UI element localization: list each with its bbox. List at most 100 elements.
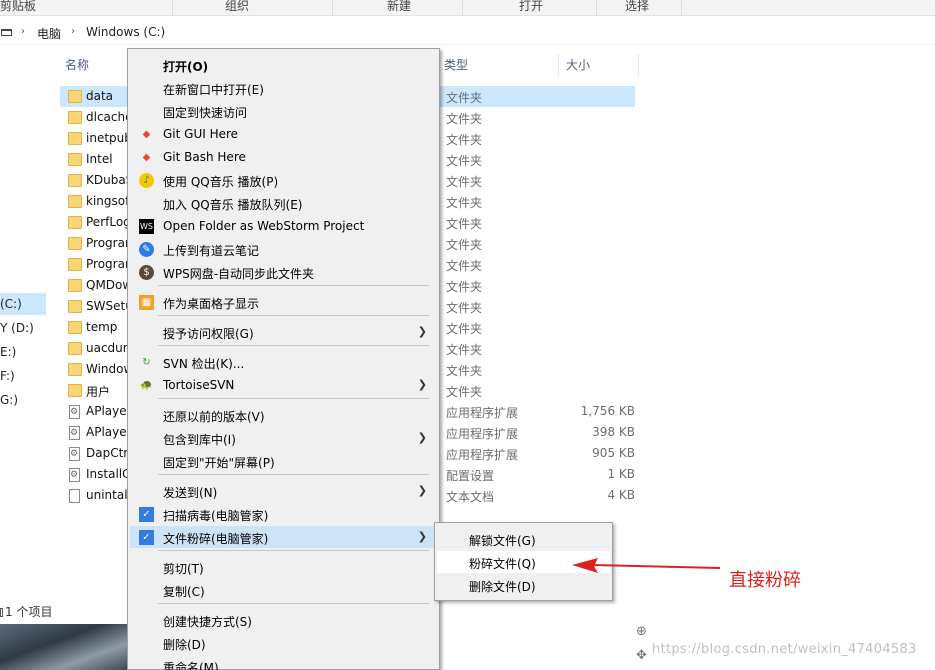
menu-separator xyxy=(158,345,429,346)
menu-item[interactable]: 创建快捷方式(S) xyxy=(130,609,437,631)
menu-separator xyxy=(158,550,429,551)
menu-separator xyxy=(158,315,429,316)
file-name: APlayer xyxy=(86,404,132,418)
nav-item-drive[interactable]: (C:) xyxy=(0,293,46,315)
ribbon-divider xyxy=(462,0,463,16)
svn-icon: ↻ xyxy=(142,357,151,368)
address-bar[interactable]: › 电脑 › Windows (C:) xyxy=(0,21,935,45)
menu-item[interactable]: 授予访问权限(G) ❯ xyxy=(130,321,437,343)
column-header-size[interactable]: 大小 xyxy=(566,56,590,76)
folder-icon xyxy=(68,90,82,103)
menu-item[interactable]: ✓ 扫描病毒(电脑管家) xyxy=(130,503,437,525)
nav-item-drive[interactable]: G:) xyxy=(0,389,46,411)
chevron-right-icon: ❯ xyxy=(417,325,427,338)
menu-item[interactable]: ▦ 作为桌面格子显示 xyxy=(130,291,437,313)
menu-item-label: 加入 QQ音乐 播放队列(E) xyxy=(163,198,303,212)
menu-item[interactable]: 删除(D) xyxy=(130,632,437,654)
file-type: 文件夹 xyxy=(446,217,483,231)
menu-item[interactable]: ↻ SVN 检出(K)... xyxy=(130,351,437,373)
qqmusic-icon: ♪ xyxy=(139,173,154,188)
menu-separator xyxy=(158,398,429,399)
menu-item[interactable]: 发送到(N) ❯ xyxy=(130,480,437,502)
column-divider[interactable] xyxy=(558,54,559,76)
menu-item[interactable]: 固定到快速访问 xyxy=(130,100,437,122)
folder-icon xyxy=(68,111,82,124)
ribbon-group-organize: 组织 xyxy=(225,0,250,13)
folder-icon xyxy=(68,300,82,313)
crosshair-icon: ⊕ xyxy=(636,624,647,639)
menu-item-label: 授予访问权限(G) xyxy=(163,327,254,341)
menu-item[interactable]: ✓ 文件粉碎(电脑管家) ❯ xyxy=(130,526,437,548)
file-type: 文件夹 xyxy=(446,385,483,399)
menu-item[interactable]: 复制(C) xyxy=(130,579,437,601)
menu-item[interactable]: 包含到库中(I) ❯ xyxy=(130,427,437,449)
file-size: 4 KB xyxy=(607,488,635,502)
submenu-item[interactable]: 删除文件(D) xyxy=(437,574,610,596)
file-name: APlayer xyxy=(86,425,132,439)
menu-item[interactable]: 在新窗口中打开(E) xyxy=(130,77,437,99)
file-name: Intel xyxy=(86,152,113,166)
file-type: 配置设置 xyxy=(446,469,495,483)
column-header-type[interactable]: 类型 xyxy=(444,56,468,76)
menu-item[interactable]: 🐢 TortoiseSVN ❯ xyxy=(130,374,437,396)
menu-item[interactable]: ◆ Git GUI Here xyxy=(130,123,437,145)
webstorm-icon: WS xyxy=(139,219,154,234)
ribbon-group-labels: 剪贴板 组织 新建 打开 选择 xyxy=(0,0,935,16)
menu-item-label: 使用 QQ音乐 播放(P) xyxy=(163,175,279,189)
nav-item-drive[interactable]: Y (D:) xyxy=(0,317,46,339)
menu-item[interactable]: 重命名(M) xyxy=(130,655,437,670)
submenu-item[interactable]: 解锁文件(G) xyxy=(437,528,610,550)
nav-item-drive[interactable]: F:) xyxy=(0,365,46,387)
menu-item[interactable]: 加入 QQ音乐 播放队列(E) xyxy=(130,192,437,214)
file-name: QMDow xyxy=(86,278,133,292)
menu-item[interactable]: $ WPS网盘-自动同步此文件夹 xyxy=(130,261,437,283)
shield-icon: ✓ xyxy=(139,530,154,545)
nav-item-drive[interactable]: E:) xyxy=(0,341,46,363)
breadcrumb-computer[interactable]: 电脑 xyxy=(37,25,61,42)
ribbon-group-open: 打开 xyxy=(519,0,544,13)
annotation-label: 直接粉碎 xyxy=(729,570,801,591)
file-type: 文件夹 xyxy=(446,280,483,294)
file-name: inetpub xyxy=(86,131,132,145)
file-size: 905 KB xyxy=(592,446,635,460)
menu-item[interactable]: 打开(O) xyxy=(130,54,437,76)
menu-item-label: TortoiseSVN xyxy=(163,378,235,392)
file-type: 文件夹 xyxy=(446,364,483,378)
status-item-count: 1 个项目 xyxy=(0,603,52,620)
file-name: SWSetu xyxy=(86,299,133,313)
tortoise-icon: 🐢 xyxy=(140,380,153,391)
ribbon-divider xyxy=(681,0,682,16)
ribbon-divider xyxy=(172,0,173,16)
file-name: temp xyxy=(86,320,118,334)
menu-item-label: 包含到库中(I) xyxy=(163,433,236,447)
menu-item-label: 固定到"开始"屏幕(P) xyxy=(163,456,275,470)
text-file-icon xyxy=(69,489,80,503)
git-icon: ◆ xyxy=(142,129,151,140)
breadcrumb-drive-c[interactable]: Windows (C:) xyxy=(86,25,165,39)
column-header-name[interactable]: 名称 xyxy=(65,56,89,76)
file-type: 文件夹 xyxy=(446,154,483,168)
folder-icon xyxy=(68,363,82,376)
grid-icon: ▦ xyxy=(139,295,154,310)
menu-item[interactable]: 固定到"开始"屏幕(P) xyxy=(130,450,437,472)
folder-icon xyxy=(68,132,82,145)
menu-item[interactable]: ♪ 使用 QQ音乐 播放(P) xyxy=(130,169,437,191)
file-name: dlcache xyxy=(86,110,133,124)
menu-item[interactable]: 剪切(T) xyxy=(130,556,437,578)
navigation-pane: (C:) Y (D:) E:) F:) G:) xyxy=(0,48,46,623)
folder-icon xyxy=(68,195,82,208)
git-icon: ◆ xyxy=(142,152,151,163)
chevron-right-icon: ❯ xyxy=(417,431,427,444)
menu-item[interactable]: ◆ Git Bash Here xyxy=(130,146,437,168)
menu-item-label: 作为桌面格子显示 xyxy=(163,297,260,311)
menu-separator xyxy=(158,603,429,604)
column-divider[interactable] xyxy=(638,54,639,76)
file-name: InstallC xyxy=(86,467,131,481)
menu-item[interactable]: ✎ 上传到有道云笔记 xyxy=(130,238,437,260)
settings-file-icon xyxy=(69,405,80,419)
file-type: 文件夹 xyxy=(446,91,483,105)
menu-item[interactable]: WS Open Folder as WebStorm Project xyxy=(130,215,437,237)
file-type: 文件夹 xyxy=(446,133,483,147)
menu-item[interactable]: 还原以前的版本(V) xyxy=(130,404,437,426)
file-name: data xyxy=(86,89,114,103)
